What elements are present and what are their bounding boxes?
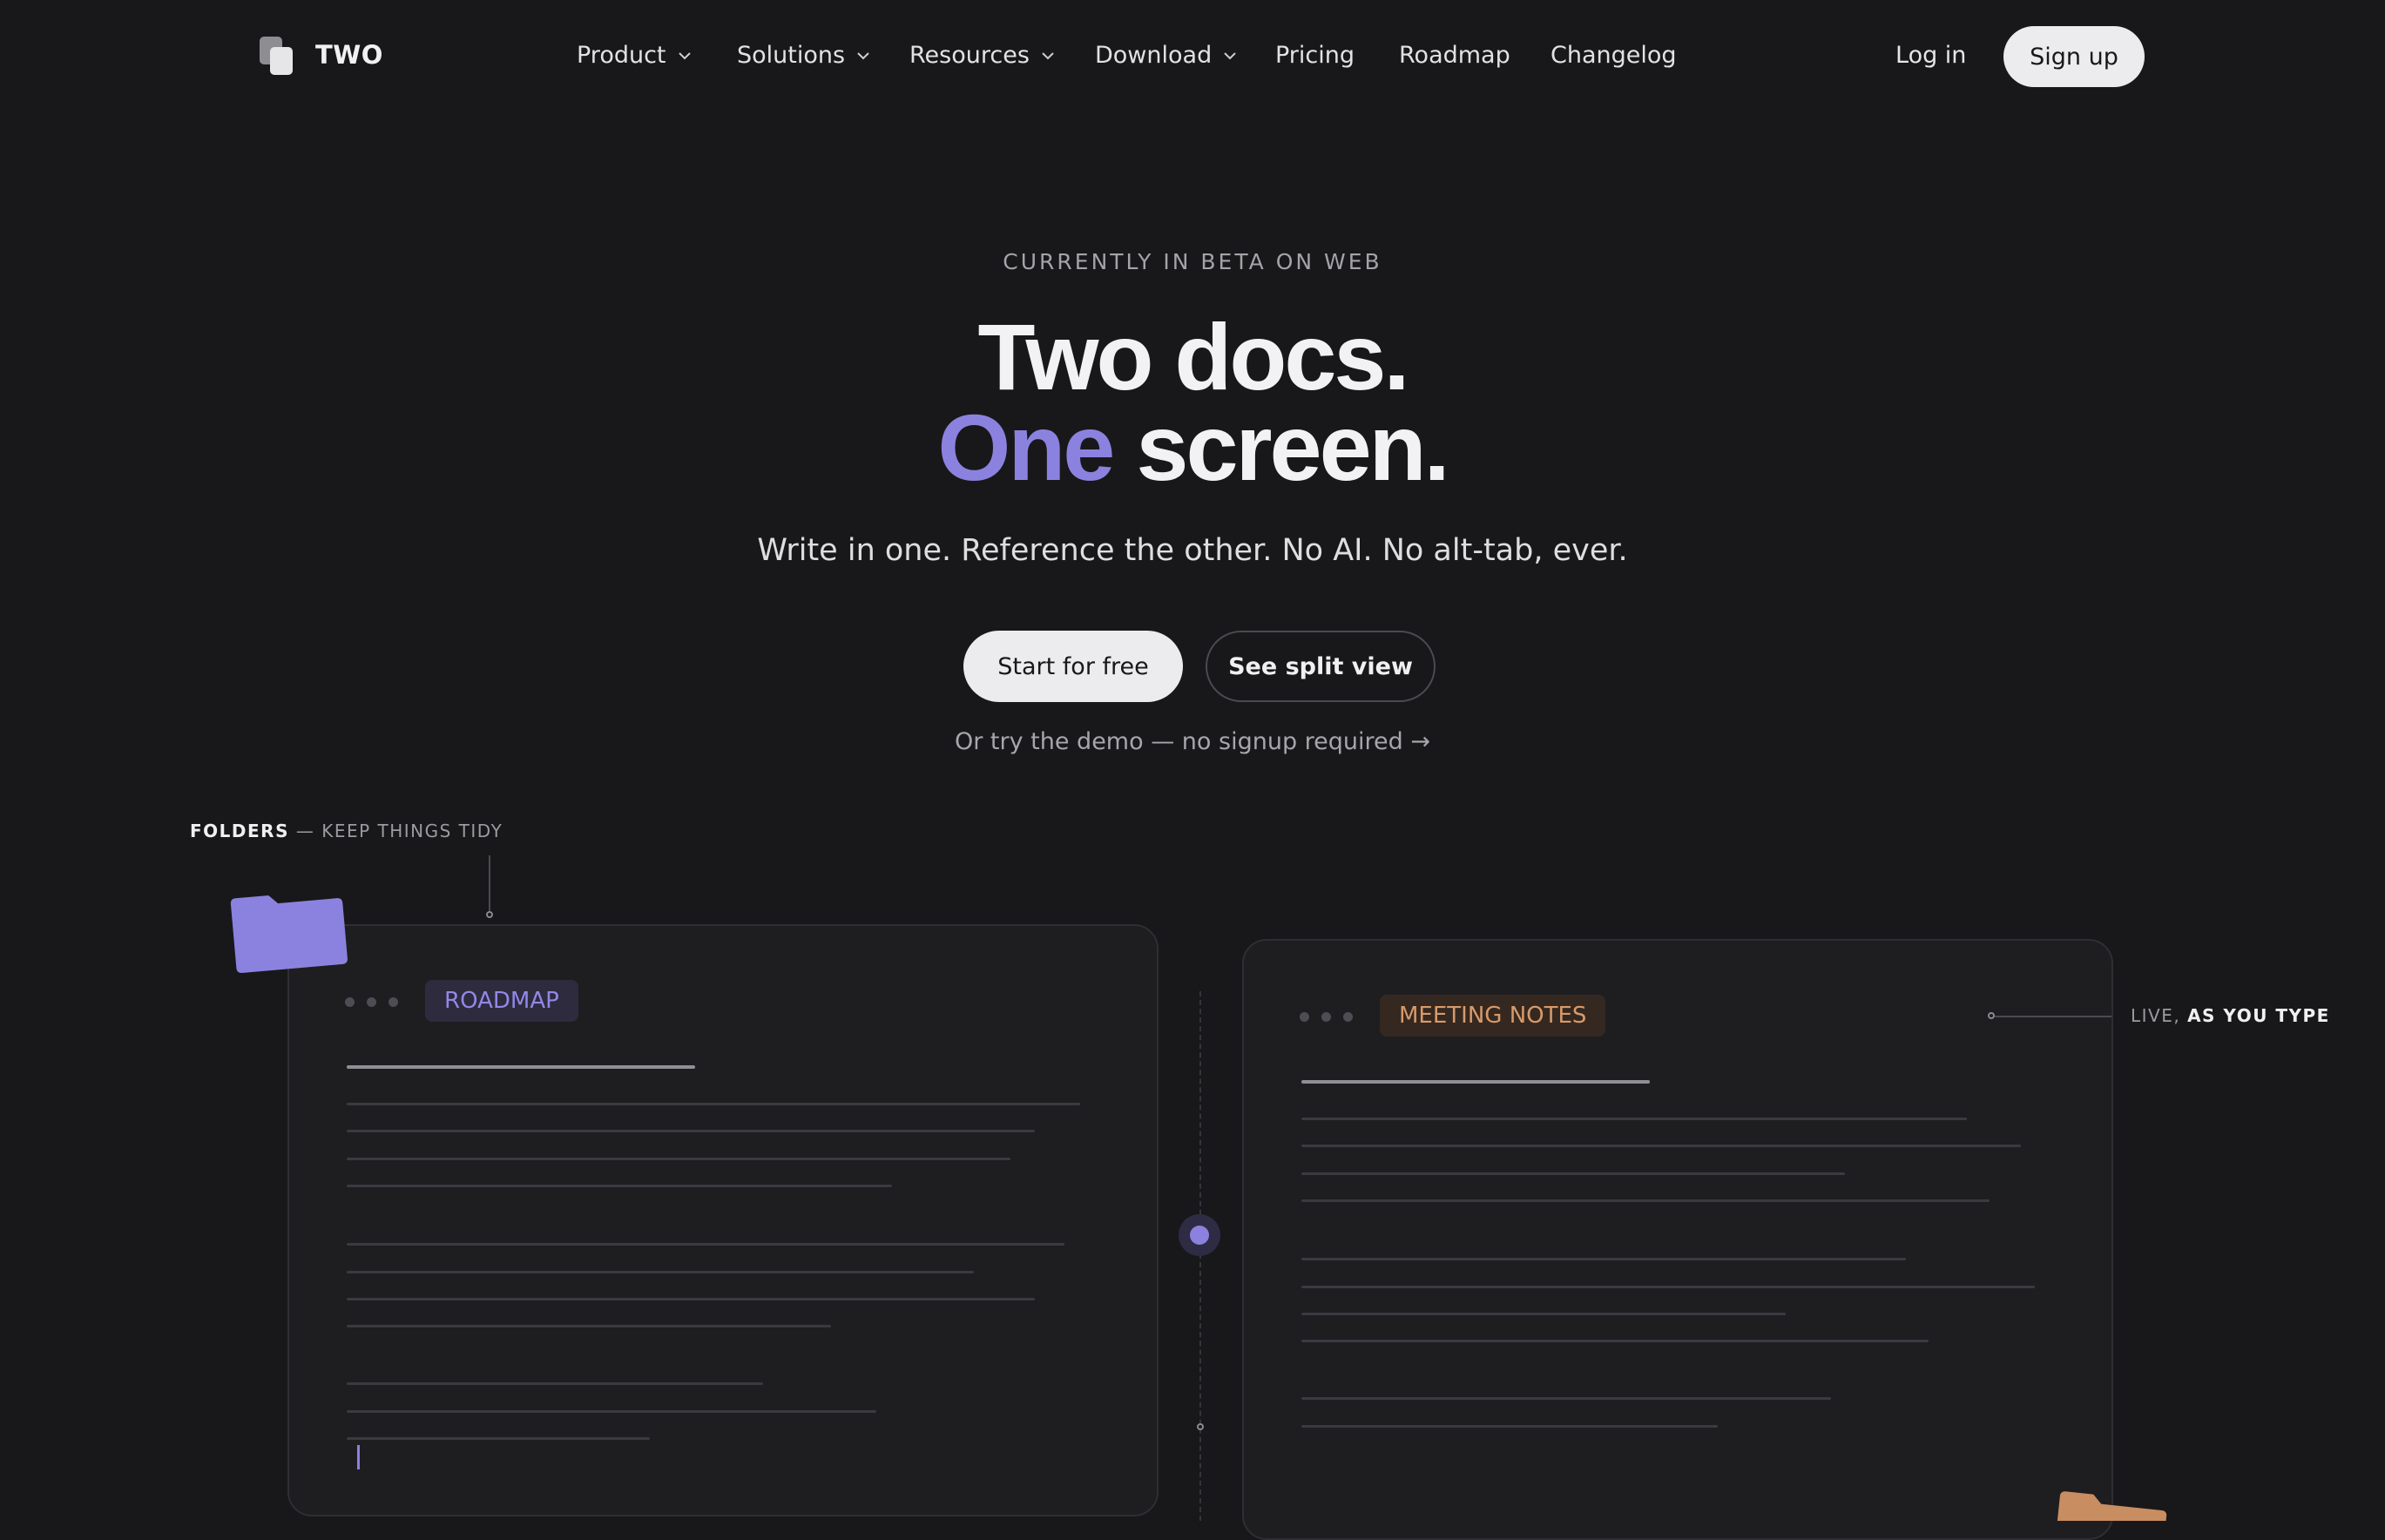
text-line [1301, 1258, 1906, 1260]
roadmap-tag[interactable]: ROADMAP [425, 980, 578, 1022]
chevron-down-icon [1224, 51, 1236, 59]
text-line [1301, 1397, 1831, 1400]
text-line [1301, 1286, 2035, 1288]
text-line [347, 1298, 1035, 1300]
text-line [347, 1243, 1064, 1246]
text-line [347, 1130, 1035, 1132]
nav-item-label: Download [1095, 42, 1213, 69]
start-for-free-button[interactable]: Start for free [963, 631, 1183, 702]
see-split-view-button[interactable]: See split view [1206, 631, 1436, 702]
text-line [1301, 1313, 1786, 1315]
text-line [347, 1382, 763, 1385]
text-line [347, 1410, 876, 1413]
hero-title-line-2: One screen. [0, 401, 2385, 495]
nav-item-resources[interactable]: Resources [909, 42, 1056, 69]
nav-item-download[interactable]: Download [1095, 42, 1238, 69]
text-line [1301, 1145, 2021, 1147]
nav-item-label: Roadmap [1399, 42, 1510, 69]
text-line [347, 1437, 650, 1440]
doc-heading-placeholder [1301, 1080, 1650, 1084]
nav-item-product[interactable]: Product [577, 42, 693, 69]
live-leader-dot [1988, 1012, 1995, 1019]
left-doc-card[interactable]: ROADMAP [287, 924, 1159, 1516]
beta-eyebrow: CURRENTLY IN BETA ON WEB [1003, 249, 1382, 274]
text-line [347, 1103, 1080, 1105]
text-line [347, 1271, 974, 1273]
nav-item-changelog[interactable]: Changelog [1551, 42, 1677, 69]
folder-icon [2056, 1491, 2167, 1521]
brand-name[interactable]: TWO [315, 40, 383, 70]
text-line [1301, 1425, 1718, 1428]
login-link[interactable]: Log in [1895, 42, 1966, 69]
text-line [1301, 1118, 1967, 1120]
live-annotation-strong: AS YOU TYPE [2187, 1005, 2330, 1026]
text-line [1301, 1199, 1990, 1202]
window-dots [345, 997, 398, 1007]
logo-icon[interactable] [260, 37, 294, 75]
text-line [347, 1325, 831, 1327]
live-leader-line [1995, 1016, 2111, 1017]
folders-annotation-strong: FOLDERS [190, 821, 289, 841]
nav-item-roadmap[interactable]: Roadmap [1399, 42, 1510, 69]
hero-title-accent: One [937, 395, 1115, 500]
hero-title-rest: screen. [1112, 395, 1449, 500]
divider-marker-dot [1197, 1423, 1204, 1430]
live-annotation: LIVE, AS YOU TYPE [2131, 1005, 2330, 1026]
hero-title-line-1: Two docs. [977, 304, 1409, 409]
nav-item-label: Product [577, 42, 666, 69]
folders-annotation-rest: — KEEP THINGS TIDY [288, 821, 503, 841]
text-cursor [357, 1445, 360, 1469]
chevron-down-icon [857, 51, 869, 59]
live-annotation-rest: LIVE, [2131, 1005, 2188, 1026]
chevron-down-icon [678, 51, 691, 59]
nav-item-pricing[interactable]: Pricing [1275, 42, 1355, 69]
nav-item-label: Resources [909, 42, 1030, 69]
try-demo-link[interactable]: Or try the demo — no signup required → [0, 728, 2385, 755]
text-line [1301, 1172, 1845, 1175]
folders-leader-dot [486, 911, 493, 918]
nav-item-label: Solutions [737, 42, 846, 69]
hero-subtitle: Write in one. Reference the other. No AI… [757, 533, 1628, 568]
right-doc-card[interactable]: MEETING NOTES [1242, 939, 2113, 1540]
signup-button[interactable]: Sign up [2003, 26, 2145, 87]
split-handle[interactable] [1179, 1214, 1220, 1256]
folders-leader-line [489, 855, 490, 911]
text-line [347, 1185, 892, 1187]
split-divider[interactable] [1199, 991, 1201, 1521]
nav-item-label: Pricing [1275, 42, 1355, 69]
text-line [347, 1158, 1010, 1160]
folders-annotation: FOLDERS — KEEP THINGS TIDY [190, 821, 503, 841]
chevron-down-icon [1042, 51, 1054, 59]
doc-heading-placeholder [347, 1065, 695, 1069]
text-line [1301, 1340, 1929, 1342]
window-dots [1300, 1012, 1353, 1022]
nav-item-solutions[interactable]: Solutions [737, 42, 871, 69]
folder-icon [230, 895, 348, 974]
meeting-notes-tag[interactable]: MEETING NOTES [1380, 995, 1606, 1037]
nav-item-label: Changelog [1551, 42, 1677, 69]
